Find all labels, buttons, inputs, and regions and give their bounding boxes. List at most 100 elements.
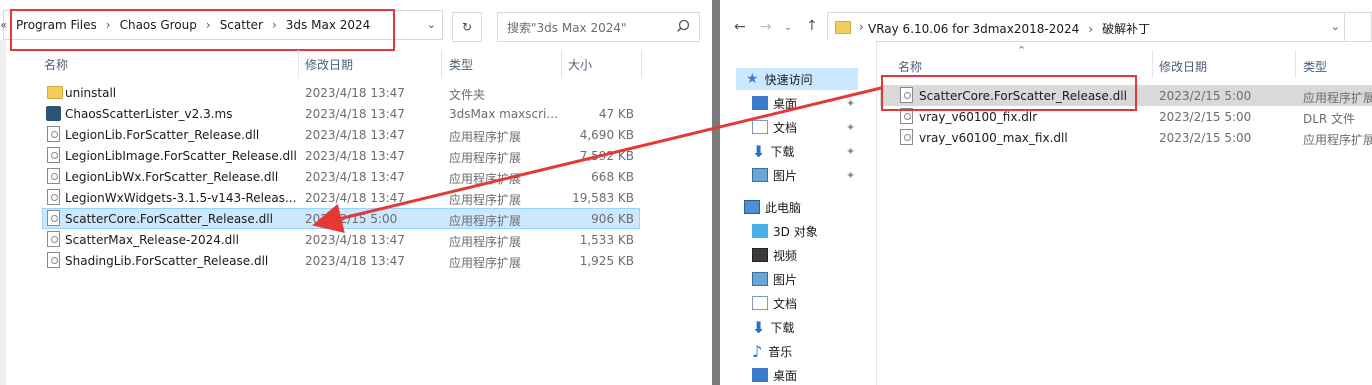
file-size: 47 KB [598, 107, 634, 121]
file-size: 1,925 KB [579, 254, 634, 268]
file-name: uninstall [65, 86, 117, 100]
dll-icon [47, 168, 60, 184]
breadcrumb-vray-folder[interactable]: VRay 6.10.06 for 3dmax2018-2024 [868, 22, 1079, 36]
file-type: 应用程序扩展 [449, 193, 522, 207]
up-arrow-icon[interactable]: ↑ [806, 18, 818, 34]
back-arrow-icon[interactable]: ← [734, 19, 746, 35]
pictures-icon [752, 272, 768, 286]
pin-icon[interactable]: ✦ [846, 97, 855, 110]
nav-item-downloads[interactable]: ⬇ 下载 [752, 140, 794, 162]
file-size: 7,592 KB [579, 149, 634, 163]
dll-icon [47, 231, 60, 247]
recent-chevron-icon[interactable]: ⌄ [784, 22, 792, 33]
file-row[interactable]: vray_v60100_max_fix.dll 2023/2/15 5:00 应… [880, 127, 1372, 148]
breadcrumb-crack-patch[interactable]: 破解补丁 [1102, 20, 1150, 37]
left-explorer-window: « Program Files › Chaos Group › Scatter … [0, 0, 712, 385]
pin-icon[interactable]: ✦ [846, 169, 855, 182]
nav-item-videos[interactable]: 视频 [752, 244, 797, 266]
file-date: 2023/2/15 5:00 [1159, 89, 1252, 103]
dll-icon [47, 252, 60, 268]
file-size: 1,533 KB [579, 233, 634, 247]
file-name: ChaosScatterLister_v2.3.ms [65, 107, 233, 121]
right-breadcrumb: VRay 6.10.06 for 3dmax2018-2024 › 破解补丁 [868, 20, 1150, 37]
file-row[interactable]: ShadingLib.ForScatter_Release.dll 2023/4… [42, 250, 640, 271]
sort-up-icon: ⌃ [1017, 44, 1027, 57]
column-header-size[interactable]: 大小 [568, 56, 592, 73]
dll-icon [47, 126, 60, 142]
nav-quick-access[interactable]: ★ 快速访问 [736, 68, 858, 90]
file-row[interactable]: LegionLibImage.ForScatter_Release.dll 20… [42, 145, 640, 166]
refresh-button[interactable]: ↻ [452, 12, 482, 42]
file-type: 应用程序扩展 [449, 172, 522, 186]
file-row[interactable]: LegionWxWidgets-3.1.5-v143-Releas... 202… [42, 187, 640, 208]
nav-label: 桌面 [773, 96, 798, 111]
nav-item-downloads[interactable]: ⬇ 下载 [752, 316, 794, 338]
nav-label: 桌面 [773, 368, 798, 383]
pane-divider[interactable] [876, 40, 877, 385]
left-vertical-scrollbar[interactable] [0, 40, 6, 385]
nav-label: 图片 [773, 168, 798, 183]
right-address-bar[interactable]: › VRay 6.10.06 for 3dmax2018-2024 › 破解补丁… [827, 12, 1347, 42]
file-date: 2023/4/18 13:47 [305, 233, 405, 247]
column-header-type[interactable]: 类型 [449, 56, 473, 73]
nav-item-desktop[interactable]: 桌面 [752, 92, 797, 114]
nav-this-pc[interactable]: 此电脑 [744, 196, 801, 218]
file-row[interactable]: ScatterMax_Release-2024.dll 2023/4/18 13… [42, 229, 640, 250]
pin-icon[interactable]: ✦ [846, 145, 855, 158]
star-icon: ★ [746, 71, 759, 87]
address-dropdown-chevron-icon[interactable]: ⌄ [1331, 20, 1340, 33]
file-name: vray_v60100_max_fix.dll [919, 131, 1068, 145]
file-row[interactable]: uninstall 2023/4/18 13:47 文件夹 [42, 82, 640, 103]
nav-label: 图片 [773, 272, 798, 287]
desktop-icon [752, 368, 768, 382]
documents-icon [752, 296, 768, 310]
computer-icon [744, 200, 760, 214]
file-type: 应用程序扩展 [1303, 133, 1372, 147]
file-type: 应用程序扩展 [449, 151, 522, 165]
videos-icon [752, 248, 768, 262]
nav-item-documents[interactable]: 文档 [752, 292, 797, 314]
nav-item-pictures[interactable]: 图片 [752, 164, 797, 186]
search-input[interactable]: 搜索"3ds Max 2024" [497, 12, 700, 42]
download-icon: ⬇ [752, 141, 766, 161]
file-size: 668 KB [591, 170, 634, 184]
column-header-type[interactable]: 类型 [1303, 58, 1327, 75]
file-name: LegionWxWidgets-3.1.5-v143-Releas... [65, 191, 297, 205]
file-row[interactable]: LegionLibWx.ForScatter_Release.dll 2023/… [42, 166, 640, 187]
column-header-date[interactable]: 修改日期 [1159, 58, 1207, 75]
navigation-pane: ★ 快速访问 桌面 ✦ 文档 ✦ ⬇ 下载 ✦ 图片 ✦ 此电脑 3D 对象 视… [720, 40, 876, 385]
file-name: ScatterCore.ForScatter_Release.dll [65, 212, 273, 226]
file-date: 2023/4/18 13:47 [305, 149, 405, 163]
dll-icon [900, 129, 913, 145]
file-date: 2023/4/18 13:47 [305, 86, 405, 100]
file-row[interactable]: ChaosScatterLister_v2.3.ms 2023/4/18 13:… [42, 103, 640, 124]
nav-item-music[interactable]: ♪ 音乐 [752, 340, 792, 362]
file-date: 2023/4/18 13:47 [305, 191, 405, 205]
nav-item-documents[interactable]: 文档 [752, 116, 797, 138]
file-type: 文件夹 [449, 88, 486, 102]
folder-icon [835, 21, 851, 34]
nav-item-3d-objects[interactable]: 3D 对象 [752, 220, 818, 242]
file-row-selected[interactable]: ScatterCore.ForScatter_Release.dll 2023/… [42, 208, 640, 229]
file-name: ShadingLib.ForScatter_Release.dll [65, 254, 269, 268]
nav-label: 视频 [773, 248, 798, 263]
breadcrumb-separator-icon: › [1088, 21, 1094, 36]
column-header-date[interactable]: 修改日期 [305, 56, 353, 73]
file-type: 应用程序扩展 [449, 214, 522, 228]
nav-item-pictures[interactable]: 图片 [752, 268, 797, 290]
overflow-chevron-icon[interactable]: « [0, 18, 7, 32]
file-date: 2023/4/18 13:47 [305, 107, 405, 121]
nav-label: 音乐 [768, 344, 793, 359]
column-header-name[interactable]: 名称 [44, 56, 68, 73]
refresh-button[interactable] [1344, 12, 1372, 42]
file-size: 19,583 KB [572, 191, 634, 205]
file-date: 2023/4/18 13:47 [305, 128, 405, 142]
address-dropdown-chevron-icon[interactable]: ⌄ [427, 18, 436, 31]
pictures-icon [752, 168, 768, 182]
column-header-name[interactable]: 名称 [898, 58, 922, 75]
pin-icon[interactable]: ✦ [846, 121, 855, 134]
forward-arrow-icon[interactable]: → [760, 19, 772, 35]
file-row[interactable]: LegionLib.ForScatter_Release.dll 2023/4/… [42, 124, 640, 145]
nav-item-desktop[interactable]: 桌面 [752, 364, 797, 385]
file-name: ScatterMax_Release-2024.dll [65, 233, 239, 247]
